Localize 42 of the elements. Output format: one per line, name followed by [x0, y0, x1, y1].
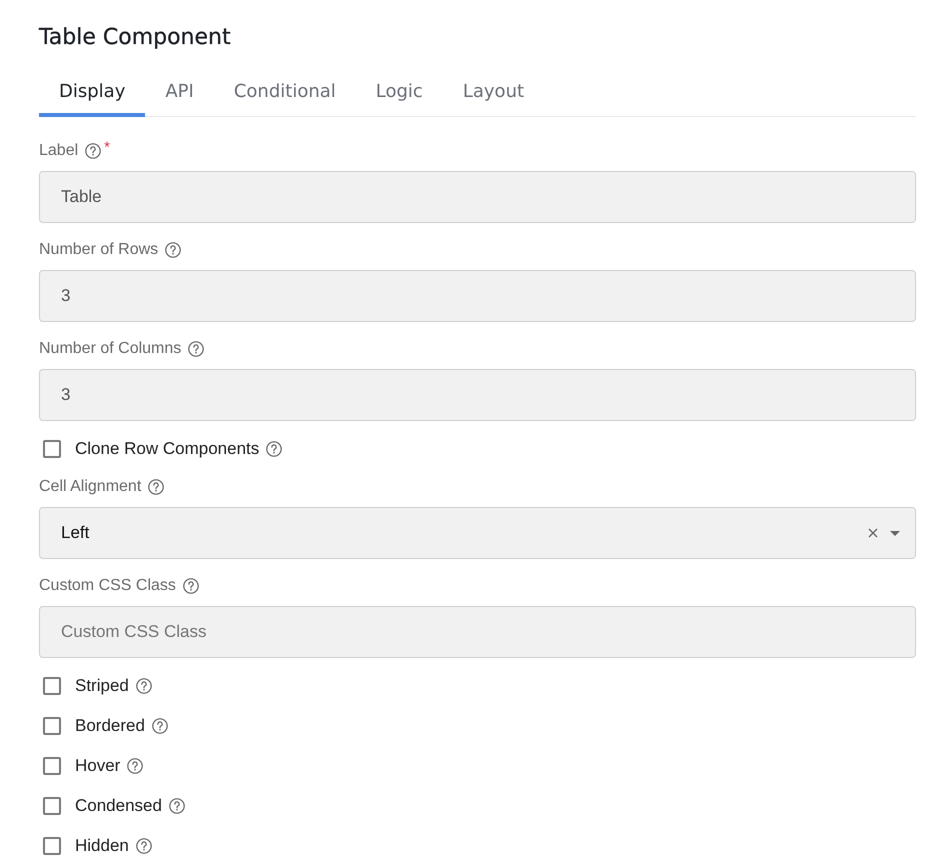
checkbox[interactable] [43, 837, 61, 855]
help-icon[interactable] [266, 441, 282, 457]
caret-icon[interactable] [890, 530, 900, 536]
tab[interactable]: Display [39, 66, 146, 117]
help-icon[interactable] [85, 143, 102, 159]
help-icon[interactable] [168, 798, 185, 814]
field-label: Label [39, 141, 78, 161]
text-field[interactable]: 3 [39, 270, 916, 322]
panel-title: Table Component [39, 24, 232, 52]
help-icon[interactable] [165, 242, 182, 258]
field-label: Number of Columns [39, 339, 182, 359]
checkbox-label[interactable]: Clone Row Components [75, 439, 260, 459]
checkbox-label[interactable]: Hover [75, 756, 120, 776]
text-field[interactable]: Table [39, 171, 916, 223]
checkbox-label[interactable]: Striped [75, 676, 129, 696]
checkbox-label[interactable]: Hidden [75, 836, 129, 856]
help-icon[interactable] [188, 341, 204, 357]
text-field[interactable]: 3 [39, 369, 916, 421]
field-label: Cell Alignment [39, 477, 142, 497]
help-icon[interactable] [136, 678, 152, 694]
tab[interactable]: API [145, 66, 214, 117]
clear-icon[interactable] [868, 528, 878, 538]
checkbox[interactable] [43, 440, 61, 458]
help-icon[interactable] [127, 758, 144, 774]
checkbox[interactable] [43, 717, 61, 735]
text-field[interactable]: Custom CSS Class [39, 606, 916, 658]
checkbox[interactable] [43, 797, 61, 815]
checkbox-label[interactable]: Bordered [75, 716, 145, 736]
tab[interactable]: Conditional [214, 66, 356, 117]
checkbox-label[interactable]: Condensed [75, 796, 162, 816]
help-icon[interactable] [182, 578, 199, 594]
checkbox[interactable] [43, 677, 61, 695]
help-icon[interactable] [148, 479, 164, 495]
tab[interactable]: Logic [356, 66, 443, 117]
tab[interactable]: Layout [442, 66, 544, 117]
field-label: Custom CSS Class [39, 576, 176, 596]
required-mark: * [104, 141, 110, 155]
checkbox[interactable] [43, 757, 61, 775]
field-label: Number of Rows [39, 240, 158, 260]
help-icon[interactable] [136, 838, 152, 854]
help-icon[interactable] [152, 718, 168, 734]
select-field[interactable]: Left [39, 507, 916, 559]
